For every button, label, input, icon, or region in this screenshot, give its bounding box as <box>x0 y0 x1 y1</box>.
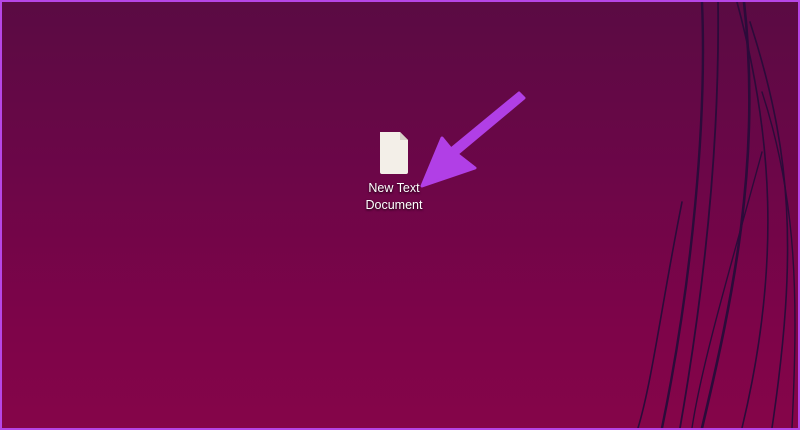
wallpaper-curves <box>637 2 796 428</box>
desktop-icon-new-text-document[interactable]: New Text Document <box>354 130 434 214</box>
desktop-screen: New Text Document <box>0 0 800 430</box>
desktop-icon-label: New Text Document <box>365 181 423 212</box>
text-file-icon <box>380 132 408 174</box>
